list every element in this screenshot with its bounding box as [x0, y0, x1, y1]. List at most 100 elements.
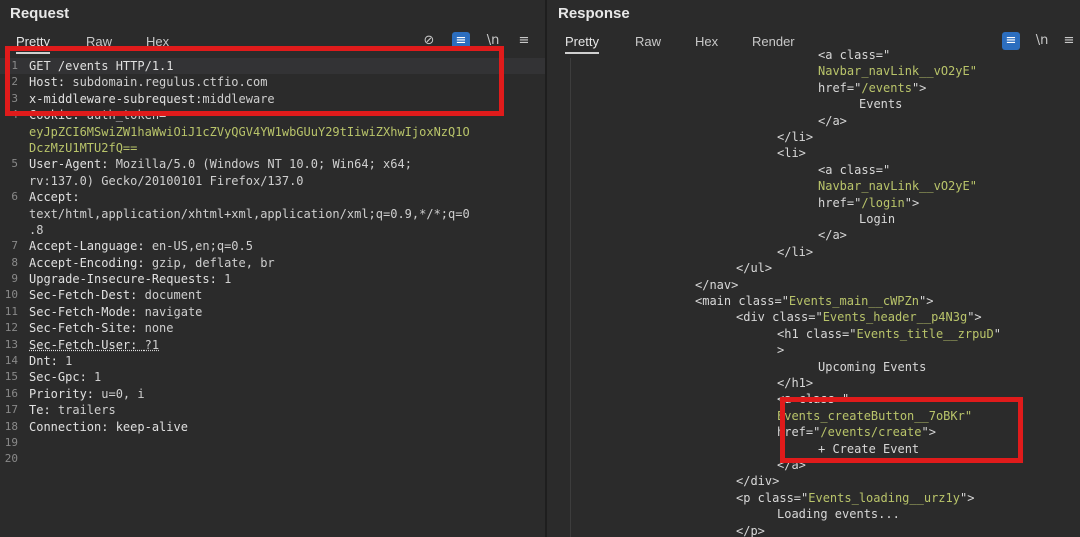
- code-token: 1: [65, 354, 73, 369]
- code-token: Sec-Fetch-Mode:: [29, 304, 145, 319]
- response-line[interactable]: </a>: [818, 227, 847, 243]
- code-token: Accept-Language:: [29, 239, 152, 254]
- code-token: href=": [818, 195, 862, 210]
- line-number: 7: [11, 239, 18, 253]
- line-text: Accept-Encoding: gzip, deflate, br: [29, 255, 275, 271]
- line-text: eyJpZCI6MSwiZW1haWwiOiJ1cZVyQGV4YW1wbGUu…: [29, 124, 470, 140]
- response-line[interactable]: <h1 class="Events_title__zrpuD": [777, 326, 1001, 342]
- request-line[interactable]: DczMzU1MTU2fQ==: [0, 140, 545, 156]
- code-token: ">: [911, 80, 927, 95]
- request-line[interactable]: 16 Priority: u=0, i: [0, 386, 545, 402]
- response-line[interactable]: <li>: [777, 145, 806, 161]
- request-line[interactable]: 11 Sec-Fetch-Mode: navigate: [0, 304, 545, 320]
- code-token: trailers: [57, 403, 116, 418]
- code-token: Login: [859, 212, 896, 226]
- line-text: Accept-Language: en-US,en;q=0.5: [29, 238, 253, 254]
- response-line[interactable]: Loading events...: [777, 506, 900, 522]
- code-token: navigate: [144, 304, 203, 319]
- request-line[interactable]: 10 Sec-Fetch-Dest: document: [0, 287, 545, 303]
- code-token: .8: [29, 222, 44, 237]
- request-line[interactable]: 5 User-Agent: Mozilla/5.0 (Windows NT 10.…: [0, 156, 545, 172]
- request-line[interactable]: 9 Upgrade-Insecure-Requests: 1: [0, 271, 545, 287]
- line-number: 9: [11, 272, 18, 286]
- code-token: gzip, deflate, br: [151, 255, 275, 270]
- response-line[interactable]: Events: [859, 96, 902, 112]
- code-token: User-Agent:: [29, 157, 116, 172]
- code-token: Priority:: [29, 386, 102, 401]
- line-text: Te: trailers: [29, 402, 116, 418]
- response-line[interactable]: <div class="Events_header__p4N3g">: [736, 309, 982, 325]
- response-line[interactable]: </div>: [736, 473, 779, 489]
- line-text: rv:137.0) Gecko/20100101 Firefox/137.0: [29, 173, 304, 189]
- response-line[interactable]: Login: [859, 211, 895, 227]
- code-token: Mozilla/5.0 (Windows NT 10.0; Win64; x64…: [115, 157, 412, 172]
- code-token: Sec-Gpc:: [29, 370, 95, 385]
- code-token: >: [777, 343, 785, 358]
- response-line[interactable]: <main class="Events_main__cWPZn">: [695, 293, 933, 309]
- response-line[interactable]: Navbar_navLink__vO2yE": [818, 63, 977, 79]
- code-token: text/html,application/xhtml+xml,applicat…: [29, 206, 470, 221]
- request-pane: Request Pretty Raw Hex ⊘ ≡ \n ≡ 1 GET /ev…: [0, 0, 545, 537]
- response-line[interactable]: </p>: [736, 523, 765, 537]
- request-line[interactable]: 7 Accept-Language: en-US,en;q=0.5: [0, 238, 545, 254]
- request-line[interactable]: eyJpZCI6MSwiZW1haWwiOiJ1cZVyQGV4YW1wbGUu…: [0, 124, 545, 140]
- line-text: User-Agent: Mozilla/5.0 (Windows NT 10.0…: [29, 156, 412, 172]
- code-token: </h1>: [777, 376, 814, 390]
- code-token: ">: [959, 490, 975, 505]
- request-line[interactable]: text/html,application/xhtml+xml,applicat…: [0, 206, 545, 222]
- line-number: 17: [4, 403, 18, 417]
- code-token: Sec-Fetch-Site:: [29, 321, 145, 336]
- response-line[interactable]: </ul>: [736, 260, 772, 276]
- line-number: 13: [4, 337, 18, 351]
- line-text: .8: [29, 222, 43, 238]
- request-line[interactable]: 19: [0, 435, 545, 451]
- code-token: </div>: [736, 474, 780, 489]
- request-line[interactable]: .8: [0, 222, 545, 238]
- code-token: Events_header__p4N3g: [822, 310, 968, 325]
- response-line[interactable]: href="/login">: [818, 195, 919, 211]
- response-line[interactable]: </nav>: [695, 277, 738, 293]
- code-token: Events: [859, 97, 903, 112]
- code-token: Dnt:: [29, 354, 66, 369]
- response-line[interactable]: </li>: [777, 129, 813, 145]
- code-token: </p>: [736, 523, 765, 537]
- request-line[interactable]: 17 Te: trailers: [0, 402, 545, 418]
- response-line[interactable]: <p class="Events_loading__urz1y">: [736, 490, 974, 506]
- code-token: Accept-Encoding:: [29, 255, 152, 270]
- code-token: rv:137.0) Gecko/20100101 Firefox/137.0: [29, 173, 304, 188]
- request-editor[interactable]: 1 GET /events HTTP/1.1 2 Host: subdomain.re…: [0, 58, 545, 468]
- code-token: Connection: keep-alive: [29, 419, 188, 434]
- code-token: document: [144, 288, 203, 303]
- code-token: Navbar_navLink__vO2yE": [818, 64, 977, 79]
- response-line[interactable]: Upcoming Events: [818, 359, 926, 375]
- code-token: ">: [918, 294, 934, 308]
- code-token: /login: [861, 195, 905, 210]
- request-line[interactable]: 15 Sec-Gpc: 1: [0, 369, 545, 385]
- response-line[interactable]: <a class=": [818, 162, 890, 178]
- request-line[interactable]: 13 Sec-Fetch-User: ?1: [0, 337, 545, 353]
- code-token: </ul>: [736, 261, 773, 276]
- code-token: Events_title__zrpuD: [856, 326, 994, 341]
- code-token: Events_main__cWPZn: [788, 294, 919, 308]
- request-line[interactable]: 14 Dnt: 1: [0, 353, 545, 369]
- request-line[interactable]: 8 Accept-Encoding: gzip, deflate, br: [0, 255, 545, 271]
- response-line[interactable]: </h1>: [777, 375, 813, 391]
- code-token: Te:: [29, 403, 58, 418]
- request-line[interactable]: 12 Sec-Fetch-Site: none: [0, 320, 545, 336]
- request-line[interactable]: 20: [0, 451, 545, 467]
- menu-icon[interactable]: ≡: [515, 32, 533, 50]
- code-token: <main class=": [695, 294, 789, 308]
- code-token: Navbar_navLink__vO2yE": [818, 179, 977, 194]
- request-line[interactable]: 18 Connection: keep-alive: [0, 419, 545, 435]
- response-line[interactable]: </a>: [818, 113, 847, 129]
- response-line[interactable]: >: [777, 342, 784, 358]
- response-line[interactable]: Navbar_navLink__vO2yE": [818, 178, 977, 194]
- line-text: Upgrade-Insecure-Requests: 1: [29, 271, 231, 287]
- response-line[interactable]: href="/events">: [818, 80, 926, 96]
- response-line[interactable]: </li>: [777, 244, 813, 260]
- request-line[interactable]: rv:137.0) Gecko/20100101 Firefox/137.0: [0, 173, 545, 189]
- response-line[interactable]: <a class=": [818, 47, 890, 63]
- request-line[interactable]: 6 Accept:: [0, 189, 545, 205]
- line-text: Sec-Fetch-Site: none: [29, 320, 174, 336]
- code-token: Loading events...: [777, 507, 900, 522]
